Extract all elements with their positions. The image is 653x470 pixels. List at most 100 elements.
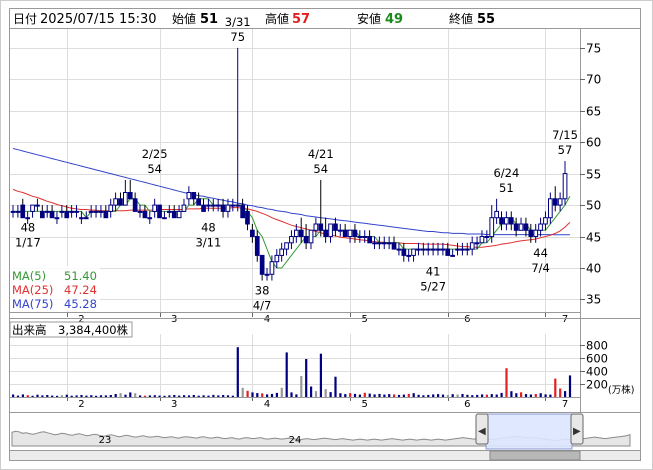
volume-bar bbox=[246, 390, 249, 397]
candle-body bbox=[552, 198, 558, 206]
candle-body bbox=[123, 192, 128, 206]
volume-bar bbox=[99, 395, 103, 397]
candle-body bbox=[377, 242, 382, 245]
volume-bar bbox=[451, 394, 454, 397]
candle-body bbox=[206, 204, 211, 207]
volume-bar bbox=[36, 394, 39, 397]
volume-label: 出来高 3,384,400株 bbox=[12, 323, 129, 337]
volume-bar bbox=[236, 347, 239, 397]
candle-body bbox=[435, 248, 441, 251]
chart-canvas[interactable]: 日付 2025/07/15 15:30 始値 51 高値 57 安値 49 終値… bbox=[0, 0, 653, 470]
candle-body bbox=[88, 210, 94, 213]
volume-bar bbox=[178, 395, 181, 397]
vol-x-tick-label: 6 bbox=[464, 399, 470, 410]
volume-bar bbox=[46, 395, 49, 397]
volume-bar bbox=[544, 394, 547, 397]
ma25-value: 47.24 bbox=[64, 283, 97, 297]
volume-bar bbox=[21, 394, 24, 397]
vol-y-tick-label: 800 bbox=[586, 339, 608, 353]
ma5-value: 51.40 bbox=[64, 269, 97, 283]
candle-body bbox=[548, 198, 553, 219]
range-window[interactable] bbox=[485, 413, 573, 450]
volume-bar bbox=[476, 394, 479, 397]
annotation-date: 3/31 bbox=[225, 15, 251, 29]
stock-chart-widget: 日付 2025/07/15 15:30 始値 51 高値 57 安値 49 終値… bbox=[0, 0, 653, 470]
candle-body bbox=[416, 248, 421, 251]
high-value: 57 bbox=[292, 12, 310, 27]
volume-bar bbox=[256, 393, 259, 397]
candle-body bbox=[93, 210, 99, 213]
volume-bar bbox=[432, 394, 435, 397]
candle-body bbox=[328, 223, 333, 238]
volume-bar bbox=[344, 394, 347, 397]
candle-body bbox=[98, 210, 104, 213]
candle-body bbox=[142, 210, 148, 219]
volume-bar bbox=[388, 394, 391, 397]
volume-bar bbox=[80, 395, 83, 397]
candle-body bbox=[543, 217, 548, 225]
range-selector[interactable]: ◀ ▶ bbox=[475, 413, 584, 450]
volume-bar bbox=[290, 392, 293, 397]
volume-bar bbox=[119, 393, 122, 397]
candle-body bbox=[215, 204, 221, 207]
close-label: 終値 bbox=[449, 11, 473, 26]
candle-body bbox=[518, 223, 524, 231]
candle-body bbox=[381, 242, 387, 245]
y-tick-label: 70 bbox=[586, 73, 601, 87]
volume-bar bbox=[485, 394, 488, 397]
overview-year-label: 24 bbox=[289, 435, 302, 446]
volume-bar bbox=[212, 394, 215, 397]
volume-bar bbox=[168, 395, 171, 397]
volume-bar bbox=[192, 395, 195, 397]
candle-body bbox=[103, 210, 109, 219]
volume-bar bbox=[60, 395, 63, 397]
low-label: 安値 bbox=[357, 11, 381, 26]
volume-bar bbox=[41, 395, 44, 397]
volume-bar bbox=[109, 395, 112, 397]
annotation-date: 6/24 bbox=[493, 166, 519, 180]
volume-bar bbox=[441, 394, 445, 397]
candle-body bbox=[196, 198, 202, 206]
vol-y-tick-label: 200 bbox=[586, 378, 608, 392]
volume-bar bbox=[383, 394, 386, 397]
candle-body bbox=[513, 223, 519, 231]
volume-bar bbox=[329, 392, 332, 397]
volume-bar bbox=[12, 394, 15, 397]
annotation-value: 57 bbox=[558, 143, 573, 157]
volume-bar bbox=[217, 395, 220, 397]
candle-body bbox=[30, 204, 35, 212]
volume-bar bbox=[310, 386, 313, 397]
volume-bar bbox=[173, 395, 176, 397]
volume-bar bbox=[158, 395, 161, 397]
vol-x-tick-label: 2 bbox=[78, 399, 84, 410]
volume-bar bbox=[222, 395, 225, 397]
candle-body bbox=[421, 248, 426, 251]
candle-body bbox=[333, 223, 338, 231]
candle-body bbox=[64, 210, 70, 219]
candle-body bbox=[406, 254, 411, 257]
candle-body bbox=[118, 198, 123, 206]
annotation-value: 75 bbox=[230, 30, 245, 44]
volume-bar bbox=[461, 394, 464, 397]
volume-bar bbox=[549, 394, 552, 397]
volume-unit: (万株) bbox=[608, 384, 634, 396]
volume-bar bbox=[275, 392, 278, 397]
x-tick-label: 3 bbox=[171, 314, 177, 325]
volume-bar bbox=[16, 395, 20, 397]
volume-bar bbox=[134, 393, 137, 397]
x-tick-label: 7 bbox=[562, 314, 568, 325]
candle-body bbox=[401, 248, 407, 256]
candle-body bbox=[127, 192, 133, 200]
volume-bar bbox=[270, 393, 274, 397]
candle-body bbox=[313, 223, 319, 231]
candle-body bbox=[230, 204, 236, 207]
candle-body bbox=[20, 204, 26, 219]
volume-bar bbox=[202, 395, 205, 397]
volume-bar bbox=[505, 368, 508, 397]
candle-body bbox=[342, 229, 348, 237]
ma75-label: MA(75) bbox=[12, 297, 53, 311]
annotation-date: 4/21 bbox=[308, 147, 334, 161]
scrollbar-thumb[interactable] bbox=[489, 450, 581, 461]
annotation-value: 51 bbox=[499, 181, 514, 195]
candle-body bbox=[479, 236, 485, 244]
